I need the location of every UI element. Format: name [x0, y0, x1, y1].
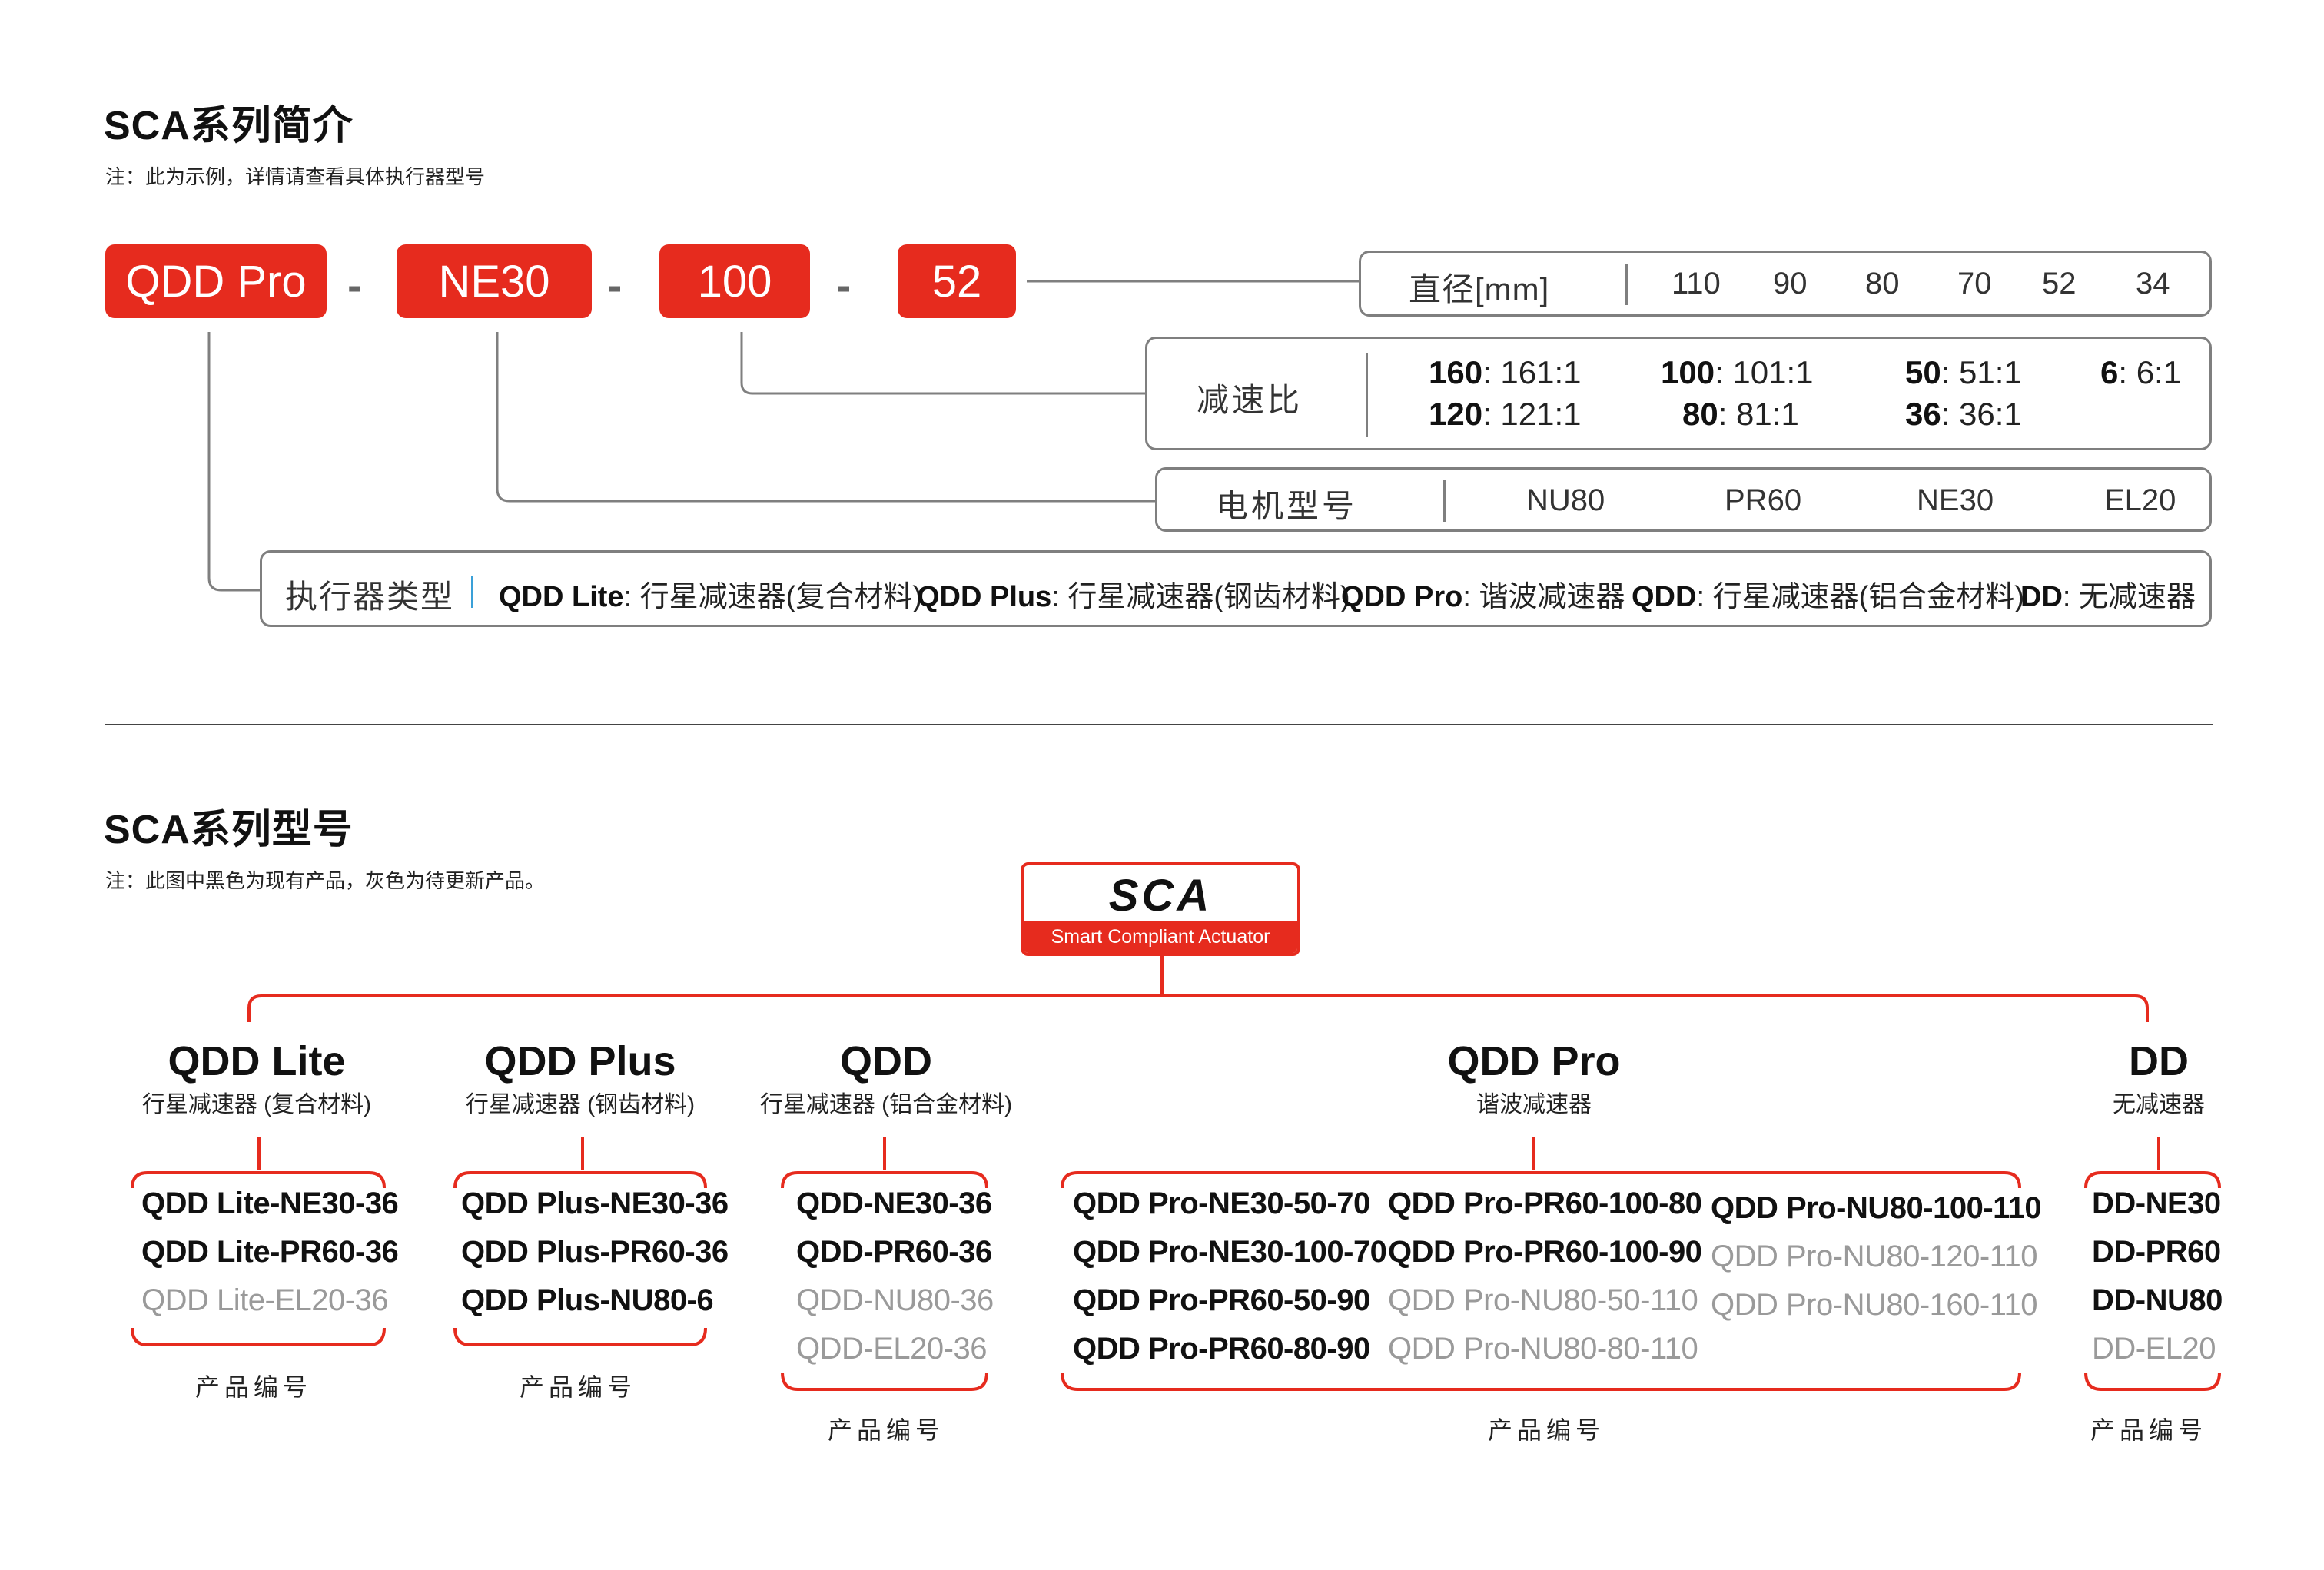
product-number-label: 产品编号: [827, 1416, 945, 1444]
ratio-item: 160: 161:1: [1429, 354, 1582, 390]
ratio-item: 100: 101:1: [1661, 354, 1814, 390]
diameter-value: 80: [1865, 267, 1900, 300]
ratio-item: 120: 121:1: [1429, 396, 1582, 432]
motor-value: NU80: [1526, 483, 1605, 517]
model-item: QDD Plus-PR60-36: [461, 1235, 729, 1269]
model-item: QDD Pro-NE30-50-70: [1073, 1187, 1370, 1220]
section2-title: SCA系列型号: [104, 808, 354, 852]
section-divider: [105, 724, 2213, 725]
model-item: QDD Pro-PR60-80-90: [1073, 1332, 1370, 1366]
diameter-value: 34: [2136, 267, 2170, 300]
motor-value: NE30: [1917, 483, 1994, 517]
actuator-type-item: QDD Pro: 谐波减速器: [1341, 581, 1625, 613]
divider: [1443, 480, 1446, 522]
section1-title: SCA系列简介: [104, 104, 354, 148]
actuator-type-item: QDD Plus: 行星减速器(钢齿材料): [917, 581, 1350, 613]
model-item: QDD-EL20-36: [796, 1332, 987, 1366]
code-diameter-chip: 52: [898, 244, 1016, 318]
model-item: QDD Pro-PR60-50-90: [1073, 1283, 1370, 1317]
ratio-label: 减速比: [1197, 382, 1303, 418]
divider: [471, 576, 473, 608]
diameter-value: 90: [1773, 267, 1808, 300]
model-item: QDD Plus-NU80-6: [461, 1283, 714, 1317]
category-name: QDD Lite: [168, 1038, 346, 1084]
category-desc: 行星减速器 (钢齿材料): [465, 1092, 696, 1117]
code-motor-chip: NE30: [397, 244, 592, 318]
model-item: QDD-PR60-36: [796, 1235, 992, 1269]
ratio-item: 50: 51:1: [1905, 354, 2022, 390]
category-qdd-pro: QDD Pro 谐波减速器: [1447, 1037, 1620, 1120]
category-name: QDD Plus: [484, 1038, 676, 1084]
diameter-label: 直径[mm]: [1409, 271, 1550, 307]
divider: [1625, 264, 1628, 305]
ratio-item: 36: 36:1: [1905, 396, 2022, 432]
model-item: QDD Lite-EL20-36: [141, 1283, 389, 1317]
category-qdd-lite: QDD Lite 行星减速器 (复合材料): [142, 1037, 371, 1120]
diameter-value: 52: [2042, 267, 2077, 300]
product-number-label: 产品编号: [1487, 1416, 1605, 1444]
category-desc: 无减速器: [2113, 1092, 2205, 1117]
product-number-label: 产品编号: [519, 1373, 637, 1401]
actuator-type-box: 执行器类型 QDD Lite: 行星减速器(复合材料) QDD Plus: 行星…: [260, 550, 2212, 627]
code-separator: -: [607, 261, 622, 310]
motor-value: PR60: [1725, 483, 1802, 517]
category-desc: 行星减速器 (铝合金材料): [759, 1092, 1013, 1117]
model-item: QDD-NE30-36: [796, 1187, 992, 1220]
category-qdd: QDD 行星减速器 (铝合金材料): [760, 1037, 1012, 1120]
category-desc: 行星减速器 (复合材料): [141, 1092, 372, 1117]
product-number-label: 产品编号: [194, 1373, 313, 1401]
code-separator: -: [347, 261, 363, 310]
code-separator: -: [836, 261, 852, 310]
actuator-type-item: QDD: 行星减速器(铝合金材料): [1632, 581, 2024, 613]
model-item: QDD Plus-NE30-36: [461, 1187, 729, 1220]
category-dd: DD 无减速器: [2113, 1037, 2205, 1120]
diameter-box: 直径[mm] 110 90 80 70 52 34: [1359, 251, 2212, 317]
section1-note: 注：此为示例，详情请查看具体执行器型号: [105, 165, 486, 188]
model-item: QDD Pro-NU80-160-110: [1711, 1288, 2037, 1322]
motor-value: EL20: [2104, 483, 2176, 517]
ratio-item: 80: 81:1: [1682, 396, 1799, 432]
product-number-label: 产品编号: [2090, 1416, 2208, 1444]
diameter-value: 110: [1672, 267, 1721, 300]
motor-label: 电机型号: [1216, 488, 1358, 524]
ratio-box: 减速比 160: 161:1 120: 121:1 100: 101:1 80:…: [1145, 337, 2212, 450]
sca-logo-word: SCA: [1108, 871, 1213, 921]
model-item: DD-NE30: [2092, 1187, 2221, 1220]
section2-note: 注：此图中黑色为现有产品，灰色为待更新产品。: [105, 869, 546, 892]
code-ratio-chip: 100: [659, 244, 810, 318]
model-item: DD-PR60: [2092, 1235, 2221, 1269]
category-name: DD: [2129, 1038, 2189, 1084]
model-item: QDD Pro-NU80-120-110: [1711, 1240, 2037, 1273]
model-item: QDD Lite-PR60-36: [141, 1235, 399, 1269]
category-name: QDD: [839, 1038, 932, 1084]
code-actuator-chip: QDD Pro: [105, 244, 327, 318]
category-qdd-plus: QDD Plus 行星减速器 (钢齿材料): [466, 1037, 695, 1120]
actuator-type-label: 执行器类型: [285, 579, 455, 615]
diameter-value: 70: [1957, 267, 1992, 300]
model-item: QDD-NU80-36: [796, 1283, 994, 1317]
model-item: DD-EL20: [2092, 1332, 2216, 1366]
model-item: QDD Lite-NE30-36: [141, 1187, 399, 1220]
model-item: QDD Pro-NE30-100-70: [1073, 1235, 1387, 1269]
motor-box: 电机型号 NU80 PR60 NE30 EL20: [1155, 467, 2212, 532]
divider: [1366, 353, 1368, 437]
model-item: QDD Pro-PR60-100-80: [1388, 1187, 1702, 1220]
model-item: QDD Pro-PR60-100-90: [1388, 1235, 1702, 1269]
ratio-item: 6: 6:1: [2100, 354, 2182, 390]
category-desc: 谐波减速器: [1476, 1092, 1592, 1117]
sca-logo: SCA Smart Compliant Actuator: [1021, 862, 1300, 956]
category-name: QDD Pro: [1447, 1038, 1621, 1084]
sca-logo-subtitle: Smart Compliant Actuator: [1024, 921, 1297, 953]
model-item: QDD Pro-NU80-100-110: [1711, 1191, 2042, 1225]
actuator-type-item: QDD Lite: 行星减速器(复合材料): [499, 581, 922, 613]
model-item: DD-NU80: [2092, 1283, 2223, 1317]
actuator-type-item: DD: 无减速器: [2020, 581, 2196, 613]
model-item: QDD Pro-NU80-50-110: [1388, 1283, 1698, 1317]
model-item: QDD Pro-NU80-80-110: [1388, 1332, 1698, 1366]
